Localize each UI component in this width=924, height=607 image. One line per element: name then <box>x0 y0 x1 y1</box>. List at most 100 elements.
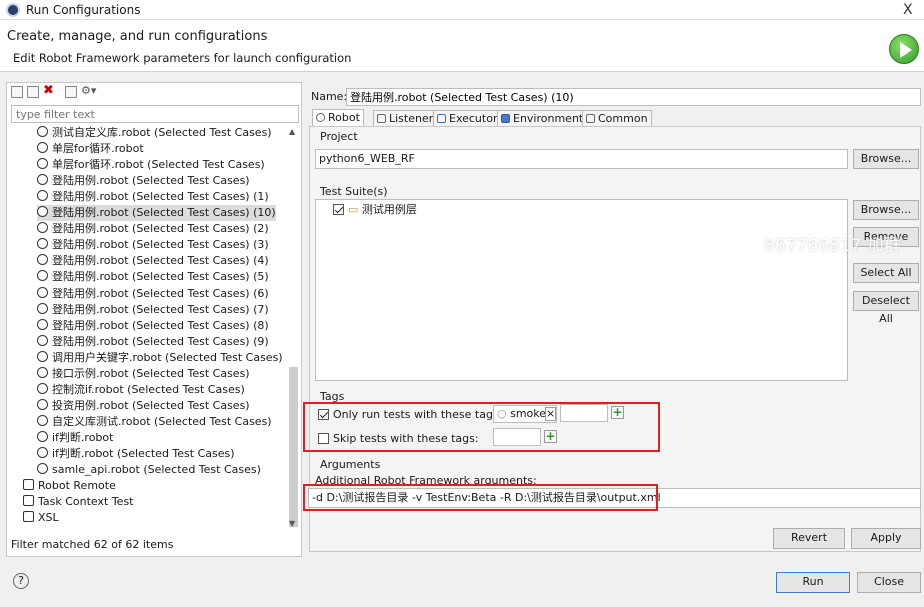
config-item[interactable]: 登陆用例.robot (Selected Test Cases) (8) <box>37 318 269 334</box>
select-all-button[interactable]: Select All <box>853 263 919 283</box>
config-item[interactable]: 登陆用例.robot (Selected Test Cases) (2) <box>37 221 269 237</box>
config-item[interactable]: if判断.robot (Selected Test Cases) <box>37 446 235 462</box>
robot-icon <box>37 430 48 442</box>
config-item[interactable]: 登陆用例.robot (Selected Test Cases) (4) <box>37 253 269 269</box>
app-icon <box>6 3 20 17</box>
tab-listener[interactable]: Listener <box>373 110 438 126</box>
scroll-down-icon[interactable]: ▼ <box>289 519 295 528</box>
tab-executor[interactable]: Executor <box>433 110 502 126</box>
run-button[interactable]: Run <box>776 572 850 593</box>
robot-icon <box>37 286 48 298</box>
robot-icon <box>37 238 48 250</box>
arguments-label: Arguments <box>320 458 381 471</box>
config-item[interactable]: 控制流if.robot (Selected Test Cases) <box>37 382 245 398</box>
scroll-thumb[interactable] <box>289 367 298 527</box>
configuration-list-panel: ✖ ⚙▾ 测试自定义库.robot (Selected Test Cases)单… <box>6 82 302 557</box>
config-item[interactable]: 投资用例.robot (Selected Test Cases) <box>37 398 250 414</box>
name-input[interactable] <box>346 88 921 106</box>
dialog-subtitle: Edit Robot Framework parameters for laun… <box>13 51 352 65</box>
robot-icon <box>37 366 48 378</box>
robot-icon <box>37 302 48 314</box>
config-item[interactable]: 单层for循环.robot (Selected Test Cases) <box>37 157 265 173</box>
config-item[interactable]: 测试自定义库.robot (Selected Test Cases) <box>37 125 272 141</box>
apply-button[interactable]: Apply <box>851 528 921 549</box>
config-item[interactable]: 调用用户关键字.robot (Selected Test Cases) <box>37 350 283 366</box>
config-item[interactable]: 接口示例.robot (Selected Test Cases) <box>37 366 250 382</box>
help-icon[interactable]: ? <box>13 573 29 589</box>
config-item[interactable]: 登陆用例.robot (Selected Test Cases) (3) <box>37 237 269 253</box>
robot-icon <box>37 334 48 346</box>
xsl-icon <box>23 511 34 523</box>
robot-icon <box>37 126 48 137</box>
tab-common[interactable]: Common <box>582 110 652 126</box>
executor-icon <box>437 114 446 123</box>
run-banner-icon <box>889 34 919 64</box>
title-bar: Run Configurations X <box>0 0 924 20</box>
suite-browse-button[interactable]: Browse... <box>853 200 919 220</box>
deselect-all-button[interactable]: Deselect All <box>853 291 919 325</box>
suite-item-checkbox[interactable] <box>333 204 344 215</box>
robot-icon <box>37 270 48 282</box>
arguments-highlight-box <box>303 484 658 511</box>
config-item[interactable]: samle_api.robot (Selected Test Cases) <box>37 462 261 478</box>
config-item[interactable]: 登陆用例.robot (Selected Test Cases) (10) <box>37 205 276 222</box>
project-label: Project <box>320 130 358 143</box>
config-item[interactable]: 登陆用例.robot (Selected Test Cases) <box>37 173 250 189</box>
config-type-item[interactable]: Task Context Test <box>23 494 134 510</box>
robot-icon <box>37 190 48 202</box>
tags-highlight-box <box>303 402 660 452</box>
scroll-up-icon[interactable]: ▲ <box>289 127 295 136</box>
revert-button[interactable]: Revert <box>773 528 845 549</box>
filter-input[interactable] <box>11 105 299 123</box>
project-input[interactable]: python6_WEB_RF <box>315 149 848 169</box>
watermark-text: 867766817 加群 <box>764 236 901 256</box>
close-button[interactable]: Close <box>857 572 921 593</box>
collapse-all-icon[interactable] <box>65 86 77 98</box>
close-window-button[interactable]: X <box>903 2 913 18</box>
config-item[interactable]: 单层for循环.robot <box>37 141 144 157</box>
robot-icon <box>37 350 48 362</box>
config-type-item[interactable]: Robot Remote <box>23 478 116 494</box>
config-item[interactable]: 自定义库测试.robot (Selected Test Cases) <box>37 414 272 430</box>
project-browse-button[interactable]: Browse... <box>853 149 919 169</box>
task-context-icon <box>23 495 34 507</box>
environment-icon <box>501 114 510 123</box>
robot-icon <box>37 414 48 426</box>
tab-environment[interactable]: Environment <box>497 110 588 126</box>
tab-robot[interactable]: Robot <box>312 109 364 127</box>
listener-icon <box>377 114 386 123</box>
dialog-header: Create, manage, and run configurations E… <box>0 20 924 72</box>
robot-icon <box>37 318 48 330</box>
tree-scrollbar[interactable]: ▲ ▼ <box>287 127 300 532</box>
robot-icon <box>37 158 48 170</box>
config-item[interactable]: 登陆用例.robot (Selected Test Cases) (9) <box>37 334 269 350</box>
config-item[interactable]: 登陆用例.robot (Selected Test Cases) (7) <box>37 302 269 318</box>
dialog-title: Create, manage, and run configurations <box>7 29 268 44</box>
config-item[interactable]: 登陆用例.robot (Selected Test Cases) (6) <box>37 286 269 302</box>
config-item[interactable]: if判断.robot <box>37 430 113 446</box>
common-icon <box>586 114 595 123</box>
window-title: Run Configurations <box>26 3 141 17</box>
config-tree: 测试自定义库.robot (Selected Test Cases) 单层for循… <box>7 125 285 525</box>
robot-icon <box>37 222 48 234</box>
config-item[interactable]: 登陆用例.robot (Selected Test Cases) (5) <box>37 269 269 285</box>
new-config-icon[interactable] <box>11 86 23 98</box>
duplicate-icon[interactable] <box>27 86 39 98</box>
suite-item[interactable]: ▭ 测试用例层 <box>333 203 417 217</box>
config-type-item[interactable]: XSL <box>23 510 59 526</box>
name-label: Name: <box>311 90 348 103</box>
robot-icon <box>37 254 48 266</box>
robot-icon <box>316 113 325 122</box>
folder-icon: ▭ <box>348 203 359 216</box>
robot-icon <box>37 447 48 458</box>
robot-icon <box>37 206 48 218</box>
filter-status: Filter matched 62 of 62 items <box>11 538 174 551</box>
robot-icon <box>37 398 48 410</box>
delete-icon[interactable]: ✖ <box>43 83 54 98</box>
robot-remote-icon <box>23 479 34 491</box>
filter-menu-icon[interactable]: ⚙▾ <box>81 84 96 97</box>
config-item[interactable]: 登陆用例.robot (Selected Test Cases) (1) <box>37 189 269 205</box>
robot-icon <box>37 142 48 154</box>
test-suite-tree: ▭ 测试用例层 <box>315 199 848 381</box>
robot-icon <box>37 463 48 475</box>
